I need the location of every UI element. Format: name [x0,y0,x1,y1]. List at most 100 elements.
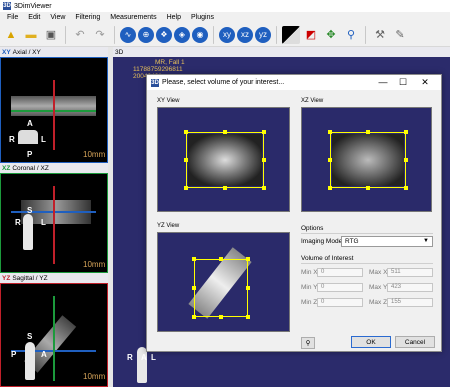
volume-icon[interactable]: ◈ [174,26,190,43]
xy-handle[interactable] [184,186,188,190]
yz-selection-box[interactable] [194,259,248,317]
measure-icon[interactable]: ⊕ [138,26,154,43]
xy-handle[interactable] [223,130,227,134]
view3d-header: 3D [113,47,450,57]
menu-file[interactable]: File [2,14,23,21]
imaging-mode-select[interactable]: RTG ▼ [341,236,433,247]
xz-handle[interactable] [328,186,332,190]
view3d-label-l: L [151,353,156,362]
xz-handle[interactable] [404,130,408,134]
sagittal-view[interactable]: S P A 10mm [0,283,108,387]
xy-handle[interactable] [262,158,266,162]
max-x-field[interactable]: 511 [387,268,433,277]
imaging-mode-label: Imaging Mode [301,238,343,245]
axial-view[interactable]: A R L P 10mm [0,57,108,163]
axial-label-l: L [41,135,46,144]
yz-handle[interactable] [246,257,250,261]
cancel-button[interactable]: Cancel [395,336,435,348]
maximize-icon[interactable]: ☐ [395,75,411,89]
open-icon[interactable]: ▲ [2,26,20,44]
density-window-icon[interactable]: ∿ [120,26,136,43]
yz-handle[interactable] [192,286,196,290]
coronal-axis-tag: XZ [2,164,11,172]
yz-handle[interactable] [192,257,196,261]
xz-handle[interactable] [366,186,370,190]
menu-plugins[interactable]: Plugins [186,14,219,21]
sagittal-label-a: A [41,350,47,359]
menu-edit[interactable]: Edit [23,14,45,21]
coronal-label-l: L [41,218,46,227]
mask-icon[interactable]: ◉ [192,26,208,43]
xy-handle[interactable] [223,186,227,190]
tool-icon[interactable]: ⚒ [371,26,389,44]
xz-handle[interactable] [366,130,370,134]
xy-handle[interactable] [262,186,266,190]
xz-view-icon[interactable]: xz [237,26,253,43]
yz-handle[interactable] [192,315,196,319]
sagittal-label-p: P [11,350,17,359]
open-folder-icon[interactable]: ▬ [22,26,40,44]
dialog-title: Please, select volume of your interest..… [162,79,285,86]
close-icon[interactable]: ✕ [417,75,433,89]
coronal-vline [53,186,55,264]
zoom-icon[interactable]: ⚲ [301,337,315,349]
yz-view-canvas[interactable] [157,232,290,332]
voi-label: Volume of Interest [301,255,354,262]
zoom-icon[interactable]: ⚲ [342,26,360,44]
view3d-title: 3D [115,48,124,56]
toolbar-separator [114,25,115,44]
undo-icon[interactable]: ↶ [71,26,89,44]
xz-handle[interactable] [404,158,408,162]
menu-help[interactable]: Help [162,14,186,21]
xz-handle[interactable] [404,186,408,190]
coronal-label-r: R [15,218,21,227]
menu-filtering[interactable]: Filtering [70,14,105,21]
min-x-field[interactable]: 0 [317,268,363,277]
contrast-icon[interactable] [282,25,300,44]
minimize-icon[interactable]: — [375,75,391,89]
sagittal-axis-tag: YZ [2,274,11,282]
xy-view-canvas[interactable] [157,107,290,212]
menu-view[interactable]: View [45,14,70,21]
xz-handle[interactable] [328,130,332,134]
min-z-label: Min Z [301,299,318,306]
max-y-field[interactable]: 423 [387,283,433,292]
xz-handle[interactable] [328,158,332,162]
yz-handle[interactable] [246,315,250,319]
xz-view-canvas[interactable] [301,107,432,212]
axial-vline [53,80,55,150]
axial-scale-label: 10mm [83,150,106,159]
ok-button[interactable]: OK [351,336,391,348]
yz-handle[interactable] [219,315,223,319]
max-z-field[interactable]: 155 [387,298,433,307]
axial-orientation-icon [18,130,38,144]
save-icon[interactable]: ▣ [42,26,60,44]
xy-handle[interactable] [184,130,188,134]
redo-icon[interactable]: ↷ [91,26,109,44]
toolbar-separator [65,25,66,44]
xy-handle[interactable] [184,158,188,162]
brightness-icon[interactable]: ◩ [302,26,320,44]
yz-view-icon[interactable]: yz [255,26,271,43]
sagittal-panel-header: YZ Sagittal / YZ [0,273,108,283]
min-z-field[interactable]: 0 [317,298,363,307]
menu-measurements[interactable]: Measurements [105,14,161,21]
segment-icon[interactable]: ❖ [156,26,172,43]
app-titlebar: 3D 3DimViewer [0,0,450,12]
min-y-field[interactable]: 0 [317,283,363,292]
move-icon[interactable]: ✥ [322,26,340,44]
voi-divider [301,263,433,264]
app-title: 3DimViewer [14,2,52,10]
coronal-view[interactable]: S R L 10mm [0,173,108,273]
xz-selection-box[interactable] [330,132,406,188]
yz-handle[interactable] [246,286,250,290]
options-label: Options [301,225,324,232]
yz-handle[interactable] [219,257,223,261]
xy-view-icon[interactable]: xy [219,26,235,43]
tool2-icon[interactable]: ✎ [391,26,409,44]
xy-handle[interactable] [262,130,266,134]
coronal-person-icon [23,214,33,250]
xy-selection-box[interactable] [186,132,264,188]
axial-label-p: P [27,150,33,159]
axial-label-r: R [9,135,15,144]
